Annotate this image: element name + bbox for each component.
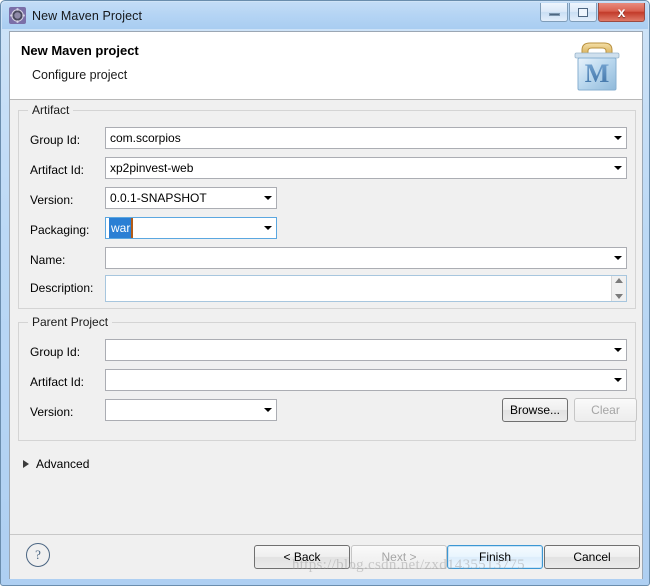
finish-button[interactable]: Finish xyxy=(447,545,543,569)
wizard-content: Artifact Group Id: com.scorpios Artifact… xyxy=(10,100,642,534)
minimize-button[interactable] xyxy=(540,3,568,22)
artifact-version-combo[interactable]: 0.0.1-SNAPSHOT xyxy=(105,187,277,209)
artifact-group-legend: Artifact xyxy=(28,103,74,117)
artifact-version-value: 0.0.1-SNAPSHOT xyxy=(110,191,207,205)
scroll-up-icon[interactable] xyxy=(615,278,623,283)
maven-logo-letter: M xyxy=(585,59,610,88)
artifact-group-id-combo[interactable]: com.scorpios xyxy=(105,127,627,149)
browse-button[interactable]: Browse... xyxy=(502,398,568,422)
parent-artifact-id-label: Artifact Id: xyxy=(30,375,85,389)
eclipse-gear-icon xyxy=(9,7,26,24)
artifact-group-id-value: com.scorpios xyxy=(110,131,181,145)
artifact-packaging-label: Packaging: xyxy=(30,223,90,237)
page-title: New Maven project xyxy=(21,43,139,58)
artifact-name-combo[interactable] xyxy=(105,247,627,269)
chevron-down-icon[interactable] xyxy=(609,158,626,178)
title-bar[interactable]: New Maven Project x xyxy=(2,2,648,29)
page-subtitle: Configure project xyxy=(32,68,128,82)
parent-group-id-label: Group Id: xyxy=(30,345,81,359)
dialog-panel: New Maven project Configure project M Ar… xyxy=(9,31,643,579)
maven-logo: M xyxy=(566,36,628,94)
chevron-right-icon xyxy=(23,460,29,468)
parent-version-label: Version: xyxy=(30,405,74,419)
clear-button: Clear xyxy=(574,398,637,422)
dialog-window: New Maven Project x New Maven project Co… xyxy=(0,0,650,586)
advanced-section-toggle[interactable]: Advanced xyxy=(23,457,89,471)
artifact-version-label: Version: xyxy=(30,193,74,207)
help-icon[interactable]: ? xyxy=(26,543,50,567)
minimize-icon xyxy=(548,13,560,16)
dialog-footer: ? < Back Next > Finish Cancel xyxy=(10,534,642,579)
parent-artifact-id-combo[interactable] xyxy=(105,369,627,391)
artifact-packaging-combo[interactable]: war xyxy=(105,217,277,239)
artifact-artifact-id-label: Artifact Id: xyxy=(30,163,85,177)
chevron-down-icon[interactable] xyxy=(609,248,626,268)
description-scrollbar[interactable] xyxy=(611,276,626,301)
artifact-description-textarea[interactable] xyxy=(105,275,627,302)
artifact-artifact-id-combo[interactable]: xp2pinvest-web xyxy=(105,157,627,179)
artifact-name-label: Name: xyxy=(30,253,66,267)
scroll-down-icon[interactable] xyxy=(615,294,623,299)
chevron-down-icon[interactable] xyxy=(609,370,626,390)
parent-project-group-legend: Parent Project xyxy=(28,315,113,329)
maximize-icon xyxy=(578,7,588,17)
advanced-label: Advanced xyxy=(36,457,90,471)
artifact-group-id-label: Group Id: xyxy=(30,133,81,147)
parent-version-combo[interactable] xyxy=(105,399,277,421)
wizard-header: New Maven project Configure project M xyxy=(10,32,642,100)
next-button: Next > xyxy=(351,545,447,569)
window-title: New Maven Project xyxy=(32,8,143,23)
chevron-down-icon[interactable] xyxy=(609,340,626,360)
artifact-description-label: Description: xyxy=(30,281,94,295)
close-icon: x xyxy=(617,4,626,20)
artifact-artifact-id-value: xp2pinvest-web xyxy=(110,161,194,175)
artifact-description-value[interactable] xyxy=(106,276,611,301)
chevron-down-icon[interactable] xyxy=(259,188,276,208)
cancel-button[interactable]: Cancel xyxy=(544,545,640,569)
window-controls: x xyxy=(539,3,645,22)
chevron-down-icon[interactable] xyxy=(259,400,276,420)
artifact-packaging-value: war xyxy=(109,218,134,238)
maximize-button[interactable] xyxy=(569,3,597,22)
parent-group-id-combo[interactable] xyxy=(105,339,627,361)
chevron-down-icon[interactable] xyxy=(259,218,276,238)
chevron-down-icon[interactable] xyxy=(609,128,626,148)
back-button[interactable]: < Back xyxy=(254,545,350,569)
close-button[interactable]: x xyxy=(598,3,645,22)
